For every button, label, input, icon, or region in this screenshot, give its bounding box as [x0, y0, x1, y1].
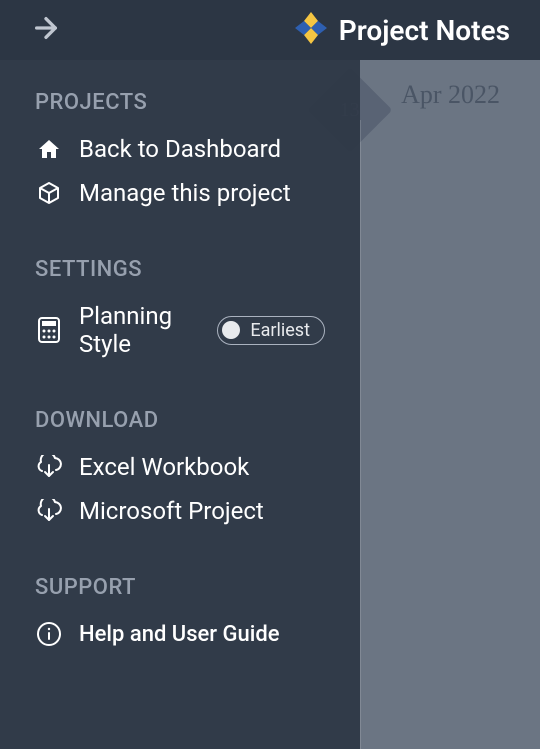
sidebar: PROJECTS Back to Dashboard Manage this p… — [0, 60, 360, 749]
menu-label: Microsoft Project — [79, 497, 264, 525]
menu-label: Excel Workbook — [79, 453, 249, 481]
app-title: Project Notes — [339, 14, 510, 47]
menu-label: Manage this project — [79, 179, 291, 207]
info-icon — [35, 620, 63, 648]
menu-label: Help and User Guide — [79, 622, 280, 647]
arrow-right-icon — [30, 12, 62, 44]
toggle-value: Earliest — [250, 320, 310, 341]
nav-back-to-dashboard[interactable]: Back to Dashboard — [35, 135, 325, 163]
cube-icon — [35, 179, 63, 207]
app-logo-icon — [293, 10, 329, 50]
download-ms-project[interactable]: Microsoft Project — [35, 497, 325, 525]
title-group: Project Notes — [293, 10, 510, 50]
background-date: Apr 2022 — [401, 80, 500, 110]
planning-style-toggle[interactable]: Earliest — [217, 316, 325, 345]
section-header-settings: SETTINGS — [35, 257, 325, 282]
download-excel[interactable]: Excel Workbook — [35, 453, 325, 481]
cloud-download-icon — [35, 497, 63, 525]
calculator-icon — [35, 316, 63, 344]
toggle-knob — [222, 321, 240, 339]
app-header: Project Notes — [0, 0, 540, 60]
support-help-guide[interactable]: Help and User Guide — [35, 620, 325, 648]
section-header-download: DOWNLOAD — [35, 408, 325, 433]
nav-manage-project[interactable]: Manage this project — [35, 179, 325, 207]
section-support: SUPPORT Help and User Guide — [35, 575, 325, 648]
section-header-support: SUPPORT — [35, 575, 325, 600]
planning-style-label: Planning Style — [79, 302, 193, 358]
section-projects: PROJECTS Back to Dashboard Manage this p… — [35, 90, 325, 207]
vertical-divider — [360, 120, 361, 749]
setting-planning-style: Planning Style Earliest — [35, 302, 325, 358]
home-icon — [35, 135, 63, 163]
section-download: DOWNLOAD Excel Workbook Microsoft Projec… — [35, 408, 325, 525]
section-header-projects: PROJECTS — [35, 90, 325, 115]
cloud-download-icon — [35, 453, 63, 481]
back-arrow-button[interactable] — [30, 12, 62, 48]
section-settings: SETTINGS Planning Style Earliest — [35, 257, 325, 358]
menu-label: Back to Dashboard — [79, 135, 281, 163]
